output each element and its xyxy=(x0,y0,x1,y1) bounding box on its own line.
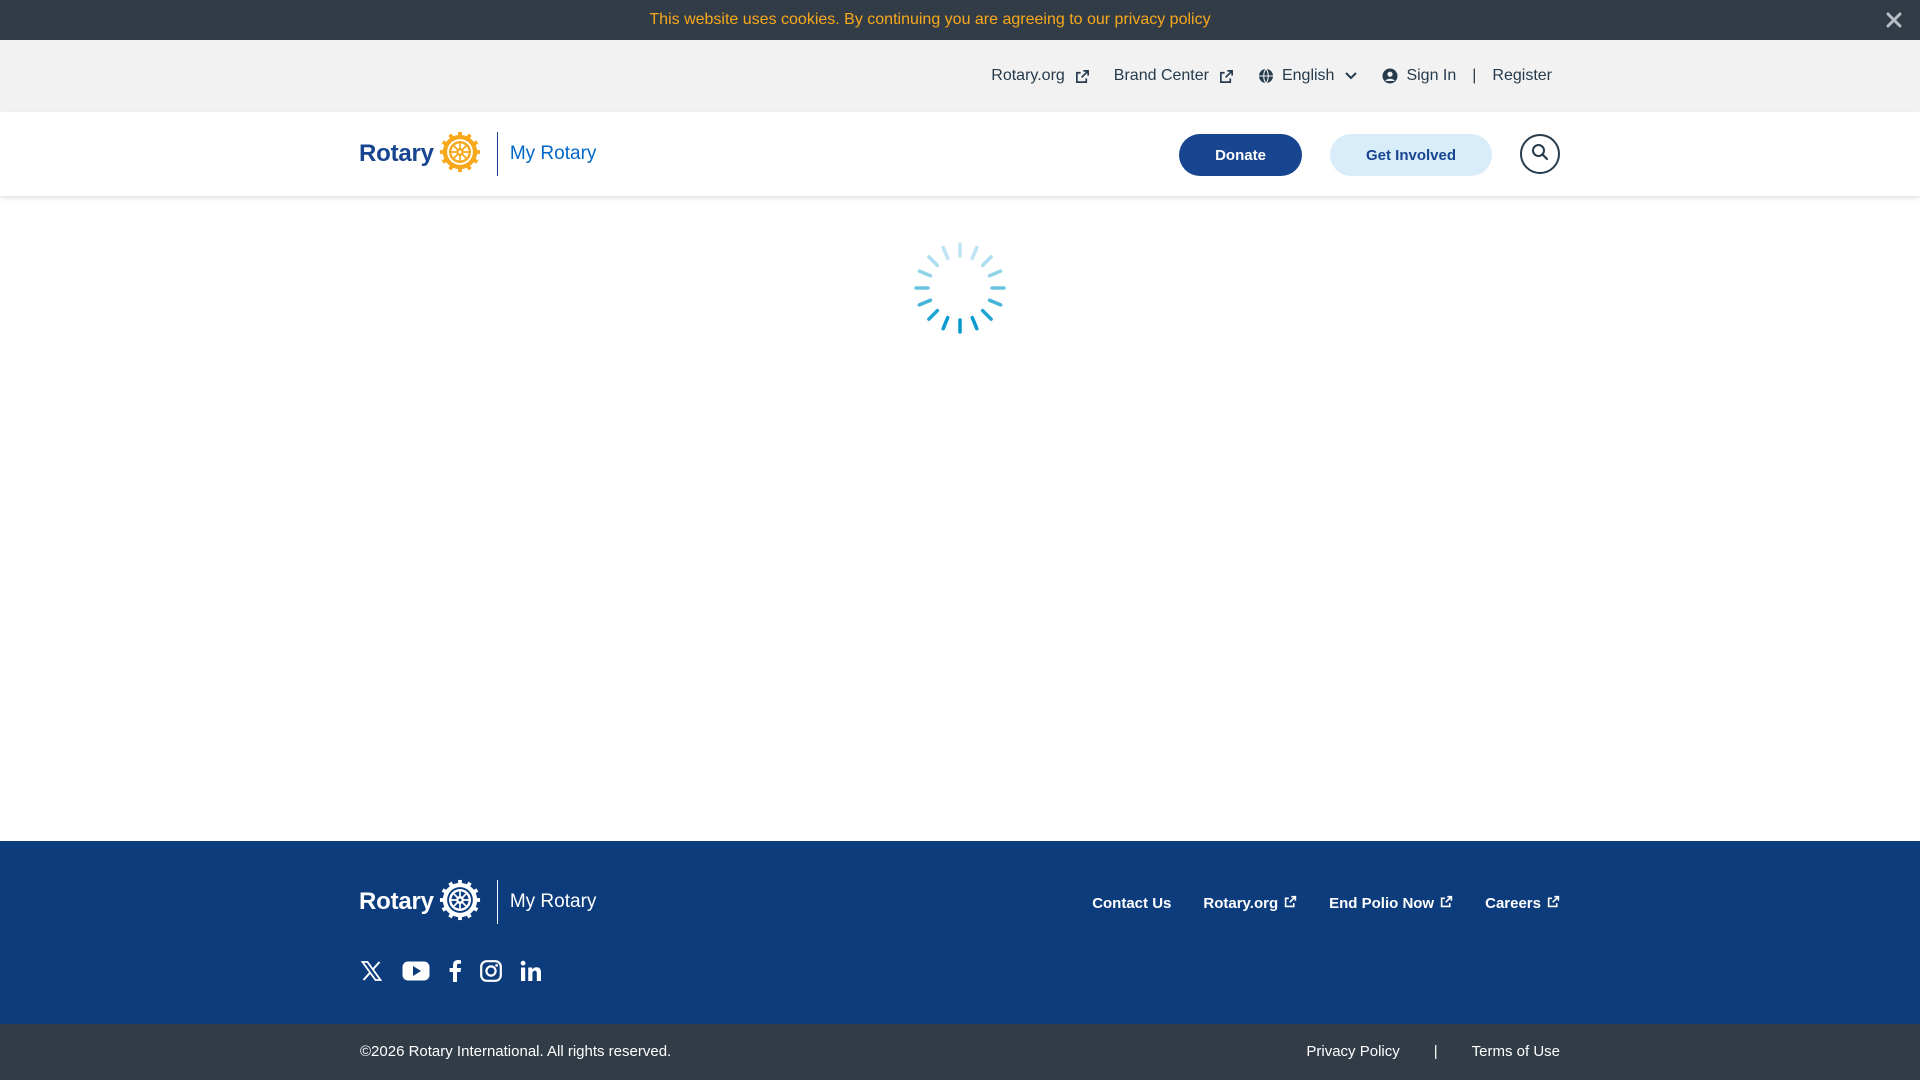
donate-button[interactable]: Donate xyxy=(1179,134,1302,176)
privacy-policy-link[interactable]: Privacy Policy xyxy=(1306,1043,1399,1060)
spinner-tick xyxy=(987,298,1003,307)
footer-rotary-org-link[interactable]: Rotary.org xyxy=(1203,895,1297,912)
external-link-icon xyxy=(1541,895,1560,912)
globe-icon xyxy=(1258,68,1274,84)
site-footer: Rotary My Rotary Contact Us Rotary.org E… xyxy=(0,841,1920,1024)
external-link-icon xyxy=(1219,69,1234,84)
spinner-tick xyxy=(917,269,933,278)
close-icon[interactable] xyxy=(1882,8,1906,32)
footer-rotary-org-label: Rotary.org xyxy=(1203,895,1279,912)
language-selector[interactable]: English xyxy=(1258,67,1358,85)
careers-label: Careers xyxy=(1485,895,1541,912)
rotary-wheel-icon xyxy=(439,131,481,178)
spinner-tick xyxy=(980,255,993,268)
spinner-tick xyxy=(927,255,940,268)
facebook-icon[interactable] xyxy=(448,960,462,982)
rotary-org-label: Rotary.org xyxy=(991,67,1065,84)
spinner-tick xyxy=(987,269,1003,278)
contact-us-label: Contact Us xyxy=(1092,895,1172,912)
legal-links: Privacy Policy | Terms of Use xyxy=(1306,1043,1560,1060)
external-link-icon xyxy=(1434,895,1453,912)
footer-nav: Contact Us Rotary.org End Polio Now Care… xyxy=(1060,895,1560,912)
legal-separator: | xyxy=(1433,1043,1438,1060)
search-icon xyxy=(1531,143,1549,166)
spinner-tick xyxy=(917,298,933,307)
spinner-tick xyxy=(927,308,940,321)
careers-link[interactable]: Careers xyxy=(1485,895,1560,912)
end-polio-now-label: End Polio Now xyxy=(1329,895,1435,912)
logo-divider xyxy=(496,132,498,176)
brand-center-link[interactable]: Brand Center xyxy=(1114,67,1234,85)
spinner-tick xyxy=(970,245,979,261)
footer-site-name: My Rotary xyxy=(509,891,597,912)
spinner-tick xyxy=(941,315,950,331)
footer-logo[interactable]: Rotary My Rotary xyxy=(359,879,597,926)
chevron-down-icon xyxy=(1344,71,1358,81)
x-icon[interactable] xyxy=(359,960,384,982)
social-links xyxy=(359,960,560,982)
logo-wordmark: Rotary xyxy=(359,140,434,167)
loading-spinner xyxy=(912,240,1008,336)
external-link-icon xyxy=(1278,895,1297,912)
rotary-org-link[interactable]: Rotary.org xyxy=(991,67,1090,85)
youtube-icon[interactable] xyxy=(402,961,430,981)
user-icon xyxy=(1382,68,1398,84)
footer-logo-wordmark: Rotary xyxy=(359,888,434,915)
cookie-banner: This website uses cookies. By continuing… xyxy=(0,0,1920,40)
utility-nav: Rotary.org Brand Center English Sign In … xyxy=(991,40,1552,112)
site-name: My Rotary xyxy=(509,143,597,164)
brand-center-label: Brand Center xyxy=(1113,67,1209,84)
cookie-message[interactable]: This website uses cookies. By continuing… xyxy=(649,11,1210,29)
sign-in-link[interactable]: Sign In xyxy=(1382,67,1456,85)
site-logo[interactable]: Rotary My Rotary xyxy=(359,131,597,178)
footer-logo-divider xyxy=(496,880,498,924)
register-link[interactable]: Register xyxy=(1492,67,1552,85)
get-involved-button[interactable]: Get Involved xyxy=(1330,134,1492,176)
linkedin-icon[interactable] xyxy=(520,960,542,982)
external-link-icon xyxy=(1075,69,1090,84)
language-label: English xyxy=(1281,67,1335,84)
spinner-tick xyxy=(980,308,993,321)
instagram-icon[interactable] xyxy=(480,960,502,982)
legal-bar: ©2026 Rotary International. All rights r… xyxy=(0,1024,1920,1080)
copyright-text: ©2026 Rotary International. All rights r… xyxy=(360,1043,672,1060)
rotary-wheel-icon xyxy=(439,879,481,926)
spinner-tick xyxy=(941,245,950,261)
terms-of-use-link[interactable]: Terms of Use xyxy=(1472,1043,1560,1060)
contact-us-link[interactable]: Contact Us xyxy=(1092,895,1171,912)
sign-in-label: Sign In xyxy=(1406,67,1457,84)
search-button[interactable] xyxy=(1520,134,1560,174)
end-polio-now-link[interactable]: End Polio Now xyxy=(1329,895,1453,912)
site-header: Rotary My Rotary Donate Get Involved xyxy=(0,112,1920,196)
spinner-tick xyxy=(970,315,979,331)
utility-bar: Rotary.org Brand Center English Sign In … xyxy=(0,40,1920,112)
utility-separator: | xyxy=(1472,67,1477,84)
